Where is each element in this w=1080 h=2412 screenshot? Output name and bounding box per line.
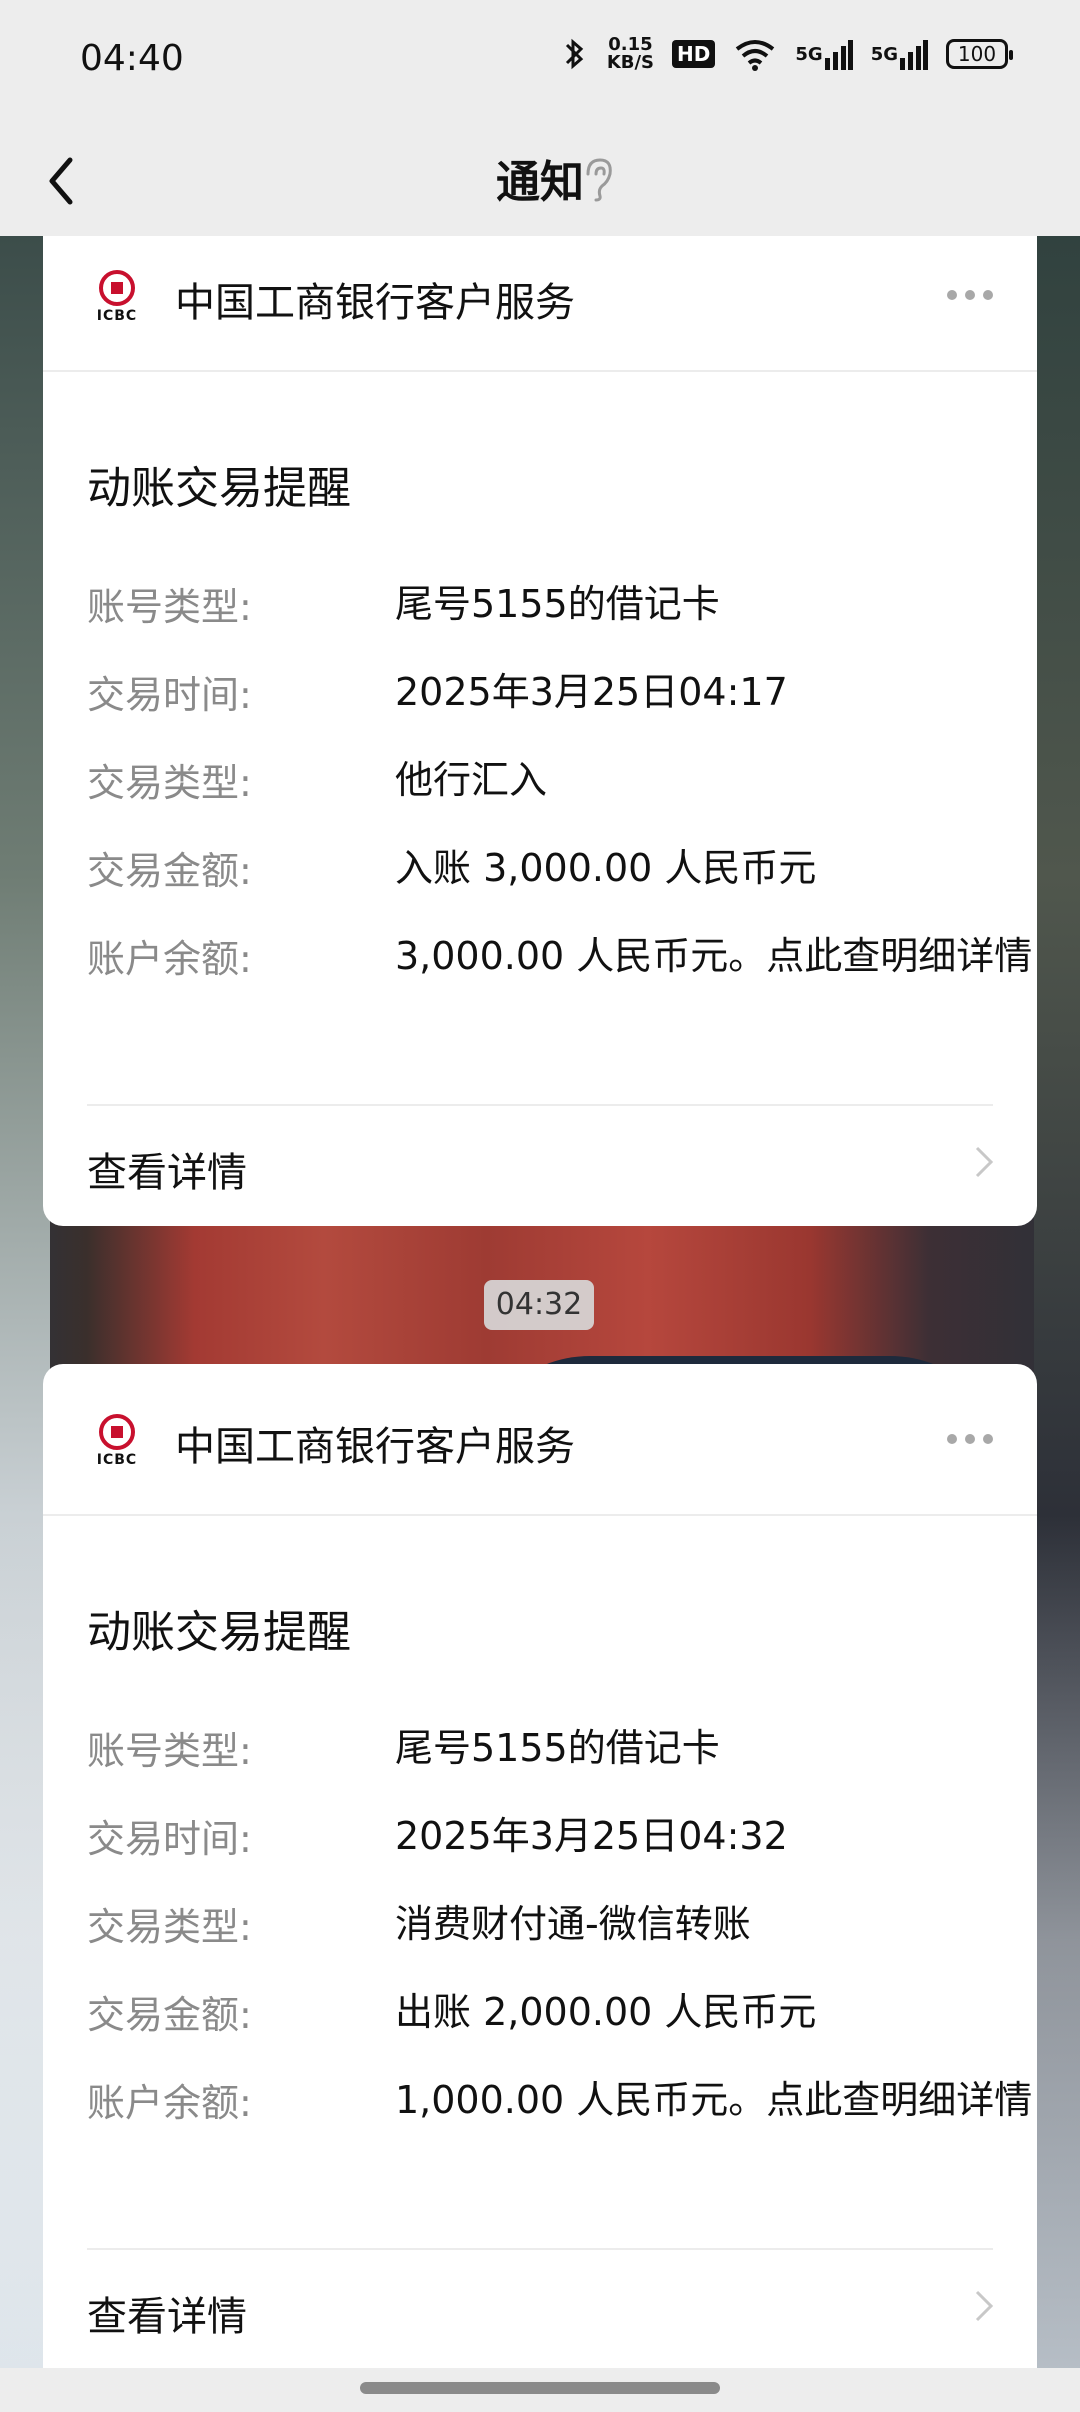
card-header: ICBC 中国工商银行客户服务 — [43, 236, 1037, 372]
bank-name: 中国工商银行客户服务 — [175, 1424, 575, 1470]
time-divider: 04:32 — [484, 1280, 594, 1330]
notification-card[interactable]: ICBC 中国工商银行客户服务 动账交易提醒 账号类型: 尾号5155的借记卡 … — [43, 1364, 1037, 2368]
field-value: 2025年3月25日04:32 — [395, 1814, 788, 1858]
message-title: 动账交易提醒 — [87, 463, 351, 514]
field-label: 账号类型: — [87, 585, 252, 629]
field-value: 出账 2,000.00 人民币元 — [395, 1990, 817, 2034]
field-value: 尾号5155的借记卡 — [395, 582, 720, 626]
balance-detail-link[interactable]: 1,000.00 人民币元。点此查明细详情 — [395, 2072, 1055, 2128]
title-bar: 通知 — [0, 124, 1080, 236]
network-speed: 0.15 KB/S — [607, 36, 654, 72]
speed-unit: KB/S — [606, 52, 655, 73]
system-nav-bar — [0, 2368, 1080, 2412]
field-label: 交易时间: — [87, 1817, 252, 1861]
net-type-1: 5G — [795, 43, 823, 65]
divider — [87, 2248, 993, 2250]
icbc-logo-icon: ICBC — [95, 270, 139, 324]
notification-card[interactable]: ICBC 中国工商银行客户服务 动账交易提醒 账号类型: 尾号5155的借记卡 … — [43, 236, 1037, 1226]
status-bar: 04:40 0.15 KB/S HD 5G 5G 100 — [0, 0, 1080, 124]
view-details-link[interactable]: 查看详情 — [87, 2284, 247, 2342]
field-label: 账户余额: — [87, 937, 252, 981]
card-header: ICBC 中国工商银行客户服务 — [43, 1364, 1037, 1516]
status-time: 04:40 — [80, 38, 184, 79]
chevron-right-icon — [975, 2290, 994, 2322]
battery-icon: 100 — [946, 39, 1013, 69]
page-title: 通知 — [496, 157, 584, 208]
field-label: 账户余额: — [87, 2081, 252, 2125]
field-value: 他行汇入 — [395, 758, 548, 802]
more-dots-icon[interactable] — [947, 290, 993, 300]
field-label: 交易类型: — [87, 1905, 252, 1949]
field-value: 2025年3月25日04:17 — [395, 670, 788, 714]
field-value: 消费财付通-微信转账 — [395, 1902, 751, 1946]
field-label: 交易类型: — [87, 761, 252, 805]
field-label: 交易时间: — [87, 673, 252, 717]
ear-icon[interactable] — [578, 150, 618, 210]
divider — [87, 1104, 993, 1106]
view-details-link[interactable]: 查看详情 — [87, 1140, 247, 1198]
wifi-icon — [733, 37, 777, 71]
more-dots-icon[interactable] — [947, 1434, 993, 1444]
bank-name: 中国工商银行客户服务 — [175, 280, 575, 326]
signal-icon: 5G — [795, 38, 853, 70]
field-value: 入账 3,000.00 人民币元 — [395, 846, 817, 890]
field-label: 账号类型: — [87, 1729, 252, 1773]
bluetooth-icon — [559, 36, 589, 72]
signal-icon-2: 5G — [871, 38, 928, 70]
message-title: 动账交易提醒 — [87, 1607, 351, 1658]
field-value: 尾号5155的借记卡 — [395, 1726, 720, 1770]
balance-detail-link[interactable]: 3,000.00 人民币元。点此查明细详情 — [395, 928, 1055, 984]
hd-icon: HD — [672, 40, 716, 68]
icbc-logo-icon: ICBC — [95, 1414, 139, 1468]
field-label: 交易金额: — [87, 849, 252, 893]
status-icons: 0.15 KB/S HD 5G 5G 100 — [559, 36, 1013, 72]
field-label: 交易金额: — [87, 1993, 252, 2037]
chevron-right-icon — [975, 1146, 994, 1178]
net-type-2: 5G — [870, 43, 898, 65]
home-indicator[interactable] — [360, 2382, 720, 2394]
